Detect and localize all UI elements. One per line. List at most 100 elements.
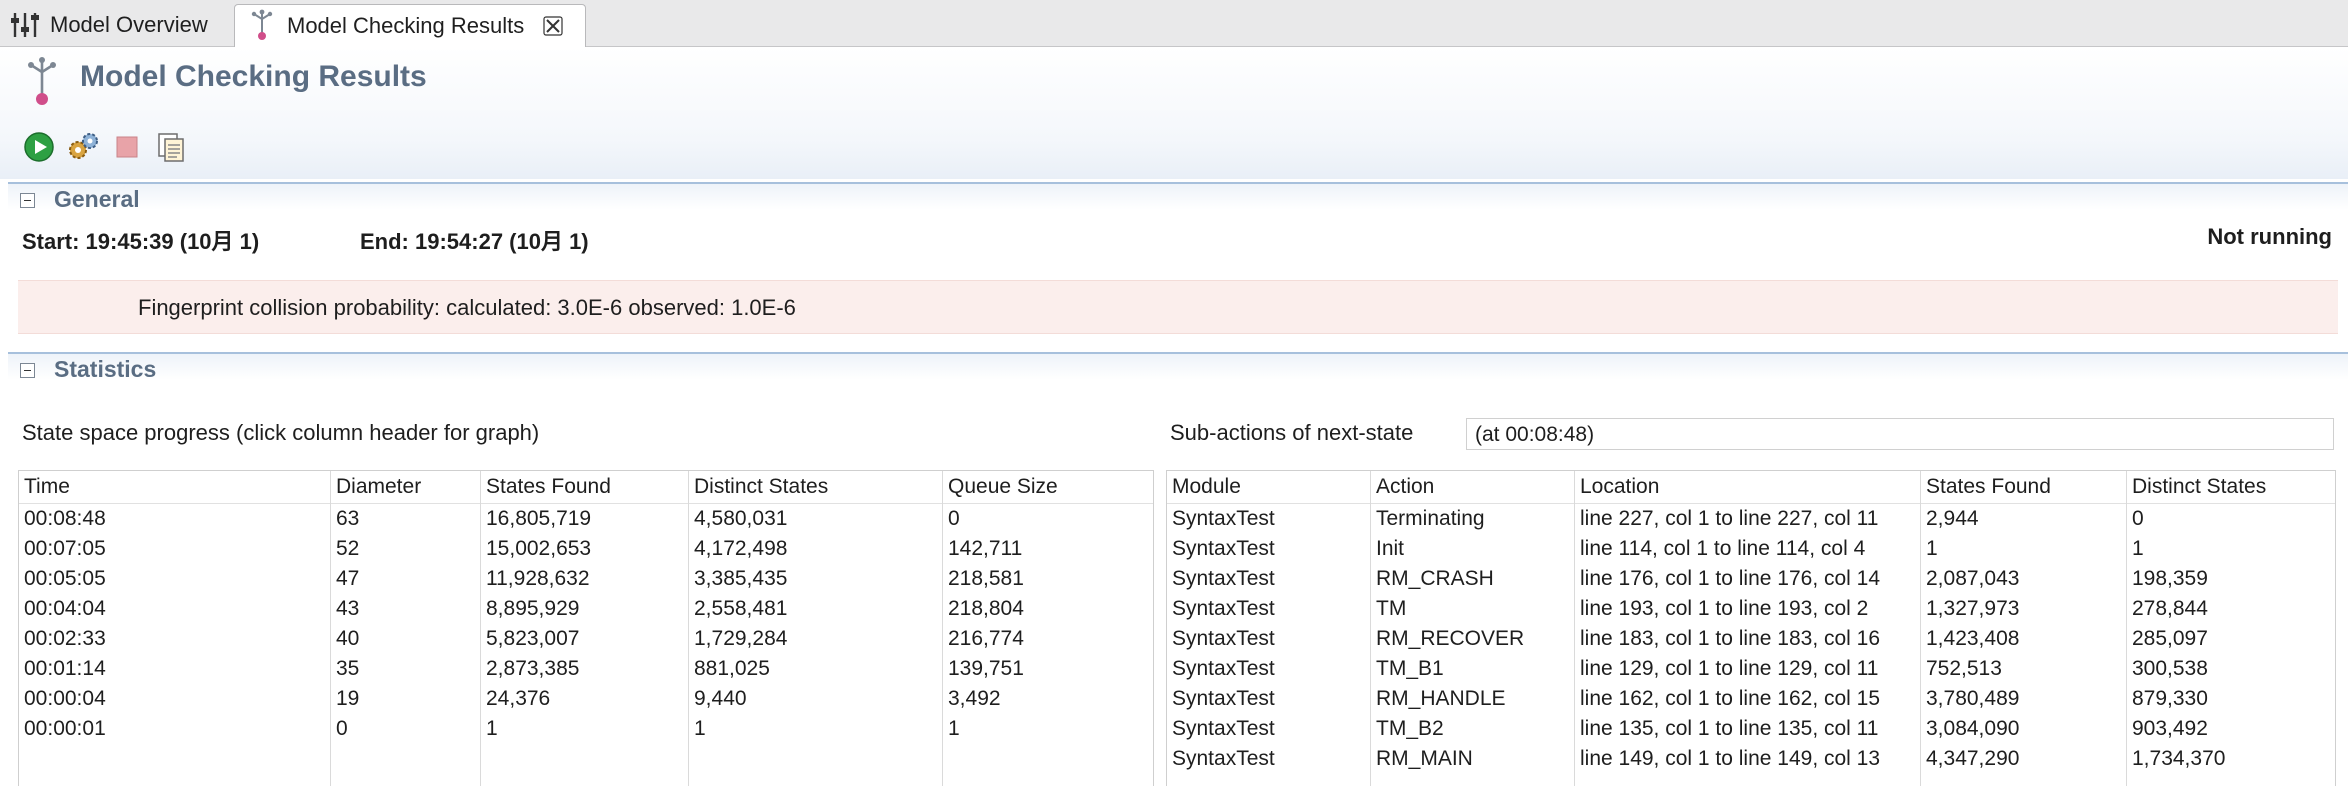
column-header[interactable]: States Found	[1921, 475, 2127, 499]
table-cell: RM_CRASH	[1376, 567, 1494, 590]
table-cell: 1,423,408	[1926, 627, 2020, 650]
table-cell: SyntaxTest	[1172, 567, 1275, 590]
progress-table[interactable]: Time Diameter States Found Distinct States Q…	[18, 470, 1154, 786]
gears-icon[interactable]	[66, 130, 100, 164]
table-cell: SyntaxTest	[1172, 627, 1275, 650]
column-header[interactable]: Queue Size	[943, 475, 1153, 499]
table-cell: 1	[694, 717, 706, 740]
table-header: Time Diameter States Found Distinct States Q…	[19, 471, 1153, 504]
table-row[interactable]: SyntaxTest RM_HANDLE line 162, col 1 to li…	[1167, 684, 2335, 714]
table-row[interactable]: 00:05:05 47 11,928,632 3,385,435 218,581	[19, 564, 1153, 594]
table-cell: 35	[336, 657, 360, 680]
column-divider[interactable]	[688, 471, 689, 786]
table-row[interactable]: SyntaxTest RM_MAIN line 149, col 1 to line…	[1167, 744, 2335, 774]
table-cell: SyntaxTest	[1172, 597, 1275, 620]
table-cell: 2,558,481	[694, 597, 788, 620]
table-row[interactable]: SyntaxTest Init line 114, col 1 to line 11…	[1167, 534, 2335, 564]
column-header[interactable]: Diameter	[331, 475, 481, 499]
section-title: General	[54, 186, 140, 212]
column-header[interactable]: States Found	[481, 475, 689, 499]
subactions-table[interactable]: Module Action Location States Found Distinct…	[1166, 470, 2336, 786]
table-row[interactable]: 00:04:04 43 8,895,929 2,558,481 218,804	[19, 594, 1153, 624]
general-section-header[interactable]: General	[8, 182, 2348, 212]
column-header[interactable]: Distinct States	[2127, 475, 2335, 499]
table-cell: TM_B2	[1376, 717, 1444, 740]
table-cell: 1	[948, 717, 960, 740]
tab-model-overview[interactable]: Model Overview	[8, 4, 230, 45]
table-cell: line 183, col 1 to line 183, col 16	[1580, 627, 1881, 650]
table-row[interactable]: 00:07:05 52 15,002,653 4,172,498 142,711	[19, 534, 1153, 564]
tab-model-checking-results[interactable]: Model Checking Results	[234, 4, 586, 47]
collapse-icon[interactable]	[20, 363, 35, 378]
table-cell: 1	[1926, 537, 1938, 560]
table-cell: 198,359	[2132, 567, 2208, 590]
table-cell: 300,538	[2132, 657, 2208, 680]
table-row[interactable]: SyntaxTest TM_B1 line 129, col 1 to line 1…	[1167, 654, 2335, 684]
table-cell: 8,895,929	[486, 597, 580, 620]
table-cell: 00:08:48	[24, 507, 106, 530]
table-cell: line 135, col 1 to line 135, col 11	[1580, 717, 1879, 740]
subactions-label: Sub-actions of next-state	[1170, 420, 1414, 445]
stop-icon[interactable]	[110, 130, 144, 164]
run-icon[interactable]	[22, 130, 56, 164]
sliders-icon	[8, 8, 42, 42]
table-row[interactable]: SyntaxTest TM line 193, col 1 to line 193,…	[1167, 594, 2335, 624]
table-cell: 52	[336, 537, 360, 560]
table-cell: 24,376	[486, 687, 551, 710]
table-cell: 3,084,090	[1926, 717, 2020, 740]
table-cell: 00:05:05	[24, 567, 106, 590]
statistics-section-header[interactable]: Statistics	[8, 352, 2348, 382]
fingerprint-probability: Fingerprint collision probability: calcu…	[138, 295, 796, 320]
table-cell: 0	[2132, 507, 2144, 530]
table-cell: 4,172,498	[694, 537, 788, 560]
page-title: Model Checking Results	[80, 60, 427, 93]
table-cell: 3,492	[948, 687, 1001, 710]
table-cell: 1,729,284	[694, 627, 788, 650]
column-header[interactable]: Action	[1371, 475, 1575, 499]
table-cell: 4,580,031	[694, 507, 788, 530]
table-cell: 218,804	[948, 597, 1024, 620]
table-cell: 0	[948, 507, 960, 530]
table-cell: 00:04:04	[24, 597, 106, 620]
column-divider[interactable]	[480, 471, 481, 786]
column-divider[interactable]	[1370, 471, 1371, 786]
end-time: End: 19:54:27 (10月 1)	[360, 229, 589, 254]
column-divider[interactable]	[1920, 471, 1921, 786]
table-cell: 43	[336, 597, 360, 620]
table-row[interactable]: 00:01:14 35 2,873,385 881,025 139,751	[19, 654, 1153, 684]
editor-tab-bar: Model Overview Model Checking Results	[0, 0, 2348, 47]
column-divider[interactable]	[1574, 471, 1575, 786]
column-divider[interactable]	[330, 471, 331, 786]
subactions-time-field: (at 00:08:48)	[1466, 418, 2334, 450]
table-cell: 63	[336, 507, 360, 530]
table-cell: 11,928,632	[486, 567, 590, 590]
table-cell: Init	[1376, 537, 1405, 560]
table-cell: RM_MAIN	[1376, 747, 1473, 770]
column-divider[interactable]	[942, 471, 943, 786]
copy-report-icon[interactable]	[154, 130, 188, 164]
table-cell: 19	[336, 687, 360, 710]
table-row[interactable]: SyntaxTest TM_B2 line 135, col 1 to line 1…	[1167, 714, 2335, 744]
collapse-icon[interactable]	[20, 193, 35, 208]
column-header[interactable]: Location	[1575, 475, 1921, 499]
table-row[interactable]: 00:08:48 63 16,805,719 4,580,031 0	[19, 504, 1153, 534]
column-header[interactable]: Time	[19, 475, 331, 499]
table-cell: 142,711	[948, 537, 1023, 560]
table-cell: 00:01:14	[24, 657, 106, 680]
progress-label: State space progress (click column heade…	[22, 420, 540, 445]
table-row[interactable]: 00:02:33 40 5,823,007 1,729,284 216,774	[19, 624, 1153, 654]
column-divider[interactable]	[2126, 471, 2127, 786]
close-icon[interactable]	[542, 15, 564, 37]
table-cell: 218,581	[948, 567, 1024, 590]
table-row[interactable]: SyntaxTest RM_CRASH line 176, col 1 to lin…	[1167, 564, 2335, 594]
table-row[interactable]: SyntaxTest Terminating line 227, col 1 to …	[1167, 504, 2335, 534]
table-row[interactable]: 00:00:04 19 24,376 9,440 3,492	[19, 684, 1153, 714]
column-header[interactable]: Module	[1167, 475, 1371, 499]
table-row[interactable]: SyntaxTest RM_RECOVER line 183, col 1 to l…	[1167, 624, 2335, 654]
table-cell: 2,873,385	[486, 657, 580, 680]
column-header[interactable]: Distinct States	[689, 475, 943, 499]
table-cell: SyntaxTest	[1172, 537, 1275, 560]
table-row[interactable]: 00:00:01 0 1 1 1	[19, 714, 1153, 744]
table-cell: 216,774	[948, 627, 1024, 650]
table-cell: line 149, col 1 to line 149, col 13	[1580, 747, 1881, 770]
